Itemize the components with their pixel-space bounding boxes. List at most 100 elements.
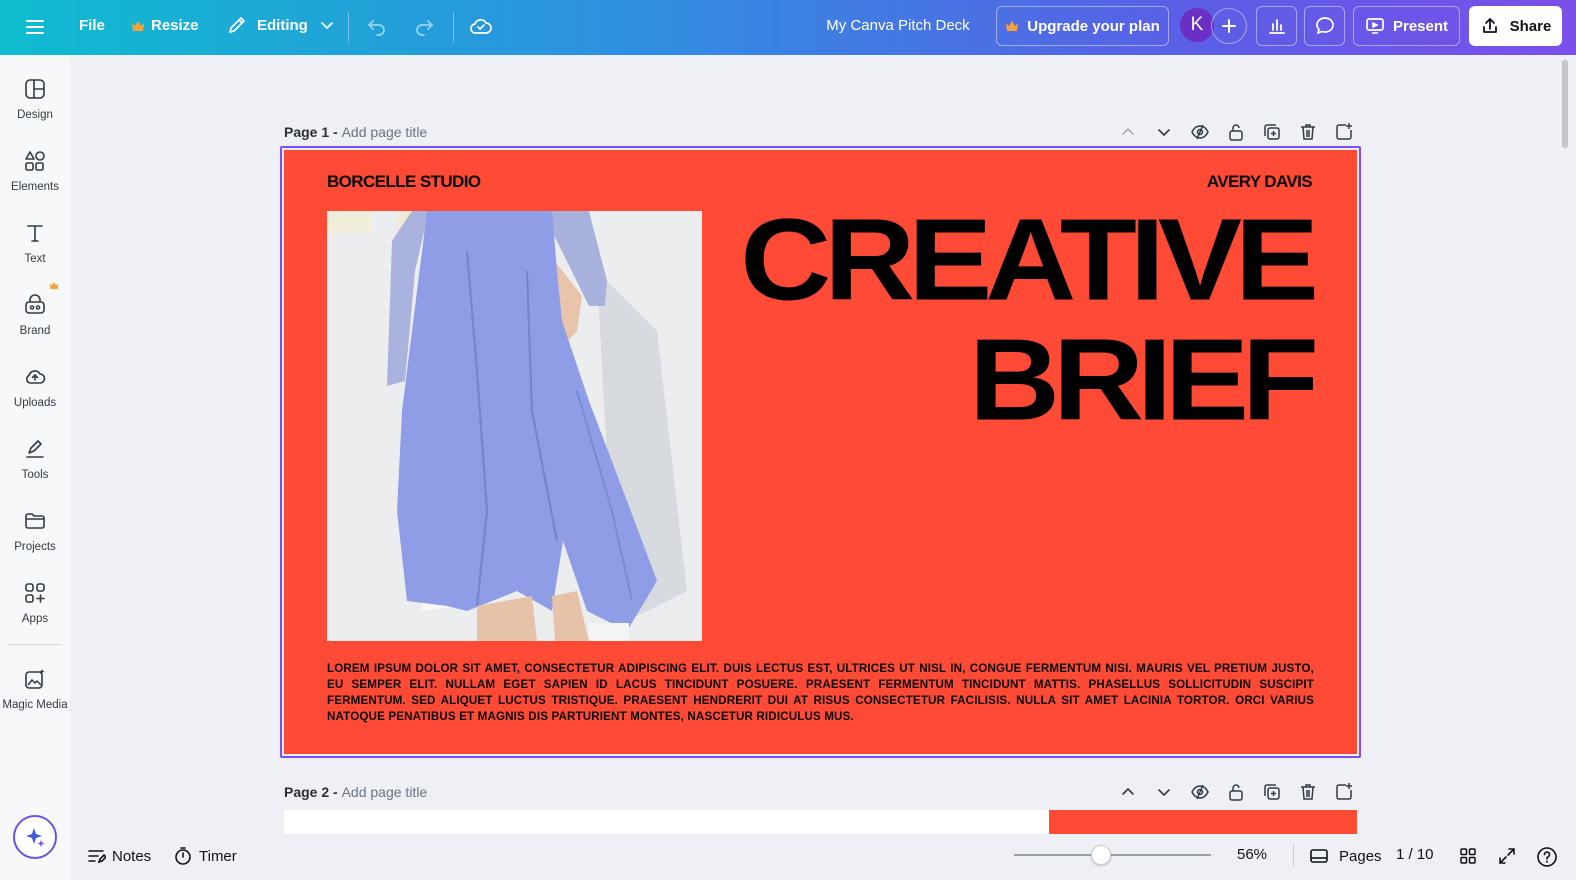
hamburger-icon[interactable]: [24, 16, 46, 38]
help-icon[interactable]: [1536, 846, 1558, 868]
sidebar-item-label: Magic Media: [2, 699, 68, 711]
page-counter[interactable]: 1 / 10: [1396, 846, 1434, 863]
file-menu-button[interactable]: File: [79, 17, 105, 34]
sidebar-item-brand[interactable]: Brand: [0, 293, 70, 337]
page-2-tools: [1118, 782, 1354, 802]
page-title-input[interactable]: Add page title: [342, 124, 428, 140]
add-page-icon[interactable]: [1334, 782, 1354, 802]
redo-icon[interactable]: [413, 15, 435, 37]
sidebar-item-text[interactable]: Text: [0, 221, 70, 265]
sidebar-item-label: Brand: [19, 325, 51, 337]
vertical-scrollbar[interactable]: [1562, 60, 1568, 148]
comments-button[interactable]: [1304, 6, 1345, 46]
folder-icon: [23, 509, 47, 533]
toolbar-divider: [348, 12, 349, 43]
crown-icon: [1005, 20, 1019, 32]
fullscreen-icon[interactable]: [1497, 846, 1517, 866]
sidebar-item-projects[interactable]: Projects: [0, 509, 70, 553]
bottombar-divider: [1293, 844, 1294, 866]
analytics-button[interactable]: [1256, 6, 1297, 46]
present-icon: [1365, 16, 1385, 36]
slide-headline-line2[interactable]: BRIEF: [969, 322, 1319, 438]
chevron-down-icon[interactable]: [1154, 782, 1174, 802]
sidebar-item-label: Uploads: [13, 397, 57, 409]
sidebar-item-apps[interactable]: Apps: [0, 581, 70, 625]
duplicate-icon[interactable]: [1262, 122, 1282, 142]
chevron-down-icon[interactable]: [1154, 122, 1174, 142]
grid-view-icon[interactable]: [1458, 846, 1478, 866]
avatar[interactable]: K: [1180, 8, 1214, 42]
hide-page-icon[interactable]: [1190, 122, 1210, 142]
crown-icon: [49, 281, 59, 291]
resize-button[interactable]: Resize: [131, 17, 199, 34]
chevron-up-icon[interactable]: [1118, 122, 1138, 142]
file-menu-label: File: [79, 17, 105, 34]
editing-mode-dropdown[interactable]: Editing: [227, 15, 334, 35]
comment-icon: [1314, 15, 1336, 37]
layout-icon: [23, 77, 47, 101]
cloud-saved-icon[interactable]: [469, 14, 493, 38]
add-page-icon[interactable]: [1334, 122, 1354, 142]
hide-page-icon[interactable]: [1190, 782, 1210, 802]
timer-button[interactable]: Timer: [173, 846, 237, 866]
slide-photo[interactable]: [327, 211, 702, 641]
sidebar-item-tools[interactable]: Tools: [0, 437, 70, 481]
zoom-level-label: 56%: [1237, 846, 1268, 863]
undo-icon[interactable]: [366, 15, 388, 37]
add-collaborator-button[interactable]: [1211, 8, 1247, 44]
slide-headline-line1[interactable]: CREATIVE: [740, 202, 1319, 318]
sidebar-item-label: Text: [24, 253, 46, 265]
sparkle-icon: [24, 826, 46, 848]
bar-chart-icon: [1267, 16, 1287, 36]
sidebar-item-label: Projects: [14, 541, 56, 553]
sidebar-item-label: Apps: [21, 613, 49, 625]
apps-icon: [23, 581, 47, 605]
page-number-label: Page 2 -: [284, 784, 338, 800]
share-button[interactable]: Share: [1469, 6, 1562, 46]
chevron-up-icon[interactable]: [1118, 782, 1138, 802]
slide-brand-text[interactable]: BORCELLE STUDIO: [327, 172, 481, 192]
slide-canvas[interactable]: BORCELLE STUDIO AVERY DAVIS CREATIVE BRI…: [284, 150, 1357, 754]
present-label: Present: [1392, 17, 1449, 35]
present-button[interactable]: Present: [1353, 6, 1460, 46]
sidebar-item-magic-media[interactable]: Magic Media: [0, 667, 70, 711]
lock-icon[interactable]: [1226, 782, 1246, 802]
zoom-level-button[interactable]: 56%: [1237, 846, 1267, 863]
toolbar-divider: [453, 12, 454, 43]
share-upload-icon: [1480, 16, 1500, 36]
shapes-icon: [23, 149, 47, 173]
pages-label: Pages: [1339, 847, 1382, 865]
pages-button[interactable]: Pages: [1309, 846, 1382, 866]
lock-icon[interactable]: [1226, 122, 1246, 142]
magic-media-icon: [23, 667, 47, 691]
sidebar-item-uploads[interactable]: Uploads: [0, 365, 70, 409]
zoom-slider-handle[interactable]: [1091, 845, 1111, 865]
magic-assistant-button[interactable]: [13, 815, 57, 859]
trash-icon[interactable]: [1298, 122, 1318, 142]
chevron-down-icon: [320, 18, 334, 32]
duplicate-icon[interactable]: [1262, 782, 1282, 802]
trash-icon[interactable]: [1298, 782, 1318, 802]
sidebar-divider: [8, 644, 62, 645]
notes-button[interactable]: Notes: [86, 846, 151, 866]
slide-body-text[interactable]: LOREM IPSUM DOLOR SIT AMET, CONSECTETUR …: [327, 661, 1314, 725]
document-title[interactable]: My Canva Pitch Deck: [800, 17, 996, 34]
share-label: Share: [1509, 17, 1552, 35]
editing-label: Editing: [257, 16, 308, 34]
upgrade-plan-button[interactable]: Upgrade your plan: [996, 6, 1169, 46]
page-counter-label: 1 / 10: [1396, 846, 1434, 863]
page-2-header: Page 2 - Add page title: [284, 784, 427, 800]
page-1-header: Page 1 - Add page title: [284, 124, 427, 140]
top-toolbar: File Resize Editing My Canva Pitch Deck …: [0, 0, 1576, 55]
avatar-initial: K: [1190, 14, 1204, 35]
slide-author-text[interactable]: AVERY DAVIS: [1207, 172, 1313, 192]
zoom-slider-track[interactable]: [1014, 854, 1211, 856]
sidebar-item-design[interactable]: Design: [0, 77, 70, 121]
sidebar-item-elements[interactable]: Elements: [0, 149, 70, 193]
plus-icon: [1221, 18, 1237, 34]
slide-2-preview-accent[interactable]: [1049, 810, 1357, 834]
slide-2-preview[interactable]: [284, 810, 1049, 834]
page-title-input[interactable]: Add page title: [342, 784, 428, 800]
timer-icon: [173, 846, 193, 866]
cloud-upload-icon: [23, 365, 47, 389]
